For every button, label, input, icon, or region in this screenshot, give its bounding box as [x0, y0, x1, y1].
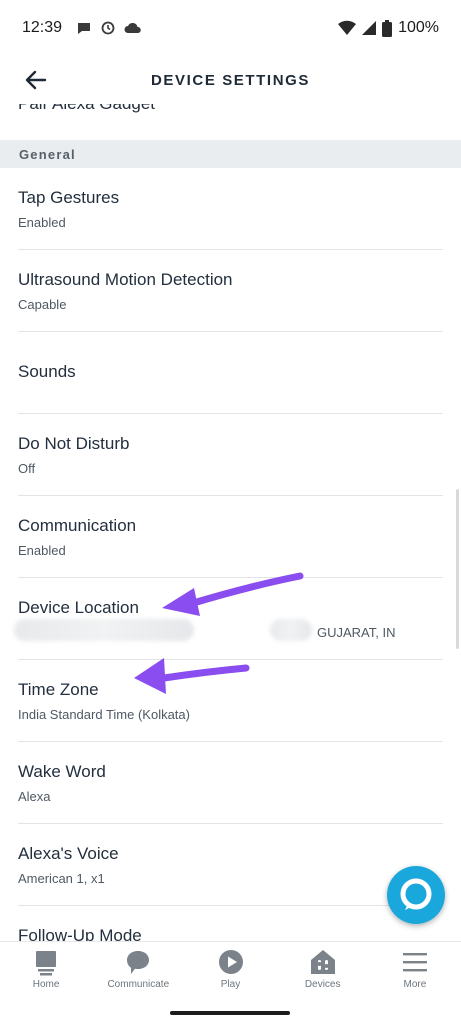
setting-value: Enabled [18, 543, 66, 558]
play-icon [218, 950, 243, 974]
settings-list[interactable]: Pair Alexa Gadget General Tap Gestures E… [0, 104, 461, 941]
nav-label: Devices [304, 979, 341, 990]
section-header-general: General [0, 140, 461, 168]
nav-label: Home [32, 979, 60, 990]
home-icon [36, 951, 57, 976]
setting-title: Alexa's Voice [18, 844, 119, 863]
setting-title: Tap Gestures [18, 188, 120, 207]
status-bar: 12:39 100% [0, 0, 461, 56]
wifi-icon [338, 20, 357, 35]
clipped-setting-item[interactable]: Pair Alexa Gadget [18, 104, 155, 114]
setting-value: Capable [18, 297, 67, 312]
back-arrow-icon [25, 70, 47, 90]
chat-bubble-icon [127, 951, 150, 974]
scrollbar[interactable] [456, 489, 459, 649]
bottom-navigation: Home Communicate Play Devices More [0, 941, 461, 1003]
back-button[interactable] [20, 66, 52, 94]
setting-title: Sounds [18, 362, 76, 381]
gesture-bar [0, 1003, 461, 1024]
system-icons: 100% [338, 19, 439, 37]
alexa-button[interactable] [387, 866, 445, 924]
setting-device-location[interactable]: Device Location GUJARAT, IN [0, 578, 461, 660]
setting-value: GUJARAT, IN [317, 625, 396, 640]
home-gesture-handle[interactable] [170, 1011, 290, 1015]
nav-home[interactable]: Home [0, 942, 92, 1003]
setting-ultrasound-motion-detection[interactable]: Ultrasound Motion Detection Capable [0, 250, 461, 332]
menu-icon [402, 953, 427, 972]
app-bar: DEVICE SETTINGS [0, 56, 461, 104]
setting-time-zone[interactable]: Time Zone India Standard Time (Kolkata) [0, 660, 461, 742]
setting-title: Wake Word [18, 762, 106, 781]
battery-percent: 100% [398, 19, 439, 36]
sync-icon [101, 21, 115, 35]
setting-title: Ultrasound Motion Detection [18, 270, 233, 289]
devices-icon [310, 950, 335, 974]
setting-value: India Standard Time (Kolkata) [18, 707, 190, 722]
setting-title: Time Zone [18, 680, 99, 699]
setting-value: Enabled [18, 215, 66, 230]
battery-icon [382, 19, 393, 37]
nav-devices[interactable]: Devices [277, 942, 369, 1003]
setting-title: Do Not Disturb [18, 434, 130, 453]
nav-communicate[interactable]: Communicate [92, 942, 184, 1003]
page-title: DEVICE SETTINGS [150, 71, 311, 89]
nav-play[interactable]: Play [184, 942, 276, 1003]
status-time: 12:39 [22, 19, 63, 36]
setting-do-not-disturb[interactable]: Do Not Disturb Off [0, 414, 461, 496]
message-icon [78, 23, 91, 34]
setting-value: American 1, x1 [18, 871, 105, 886]
notification-icons [76, 20, 142, 36]
redacted-address [270, 619, 312, 641]
nav-label: Play [220, 979, 241, 990]
nav-label: Communicate [107, 979, 170, 990]
nav-label: More [403, 979, 427, 990]
setting-communication[interactable]: Communication Enabled [0, 496, 461, 578]
section-header-label: General [19, 146, 76, 162]
setting-tap-gestures[interactable]: Tap Gestures Enabled [0, 168, 461, 250]
nav-more[interactable]: More [369, 942, 461, 1003]
setting-title: Communication [18, 516, 137, 535]
signal-icon [362, 21, 377, 35]
setting-value: Alexa [18, 789, 51, 804]
setting-title: Device Location [18, 598, 139, 617]
redacted-address [14, 619, 194, 641]
alexa-icon [400, 878, 432, 910]
setting-title: Follow-Up Mode [18, 926, 142, 941]
setting-value: Off [18, 461, 36, 476]
setting-sounds[interactable]: Sounds [0, 332, 461, 414]
cloud-icon [124, 22, 141, 33]
setting-wake-word[interactable]: Wake Word Alexa [0, 742, 461, 824]
